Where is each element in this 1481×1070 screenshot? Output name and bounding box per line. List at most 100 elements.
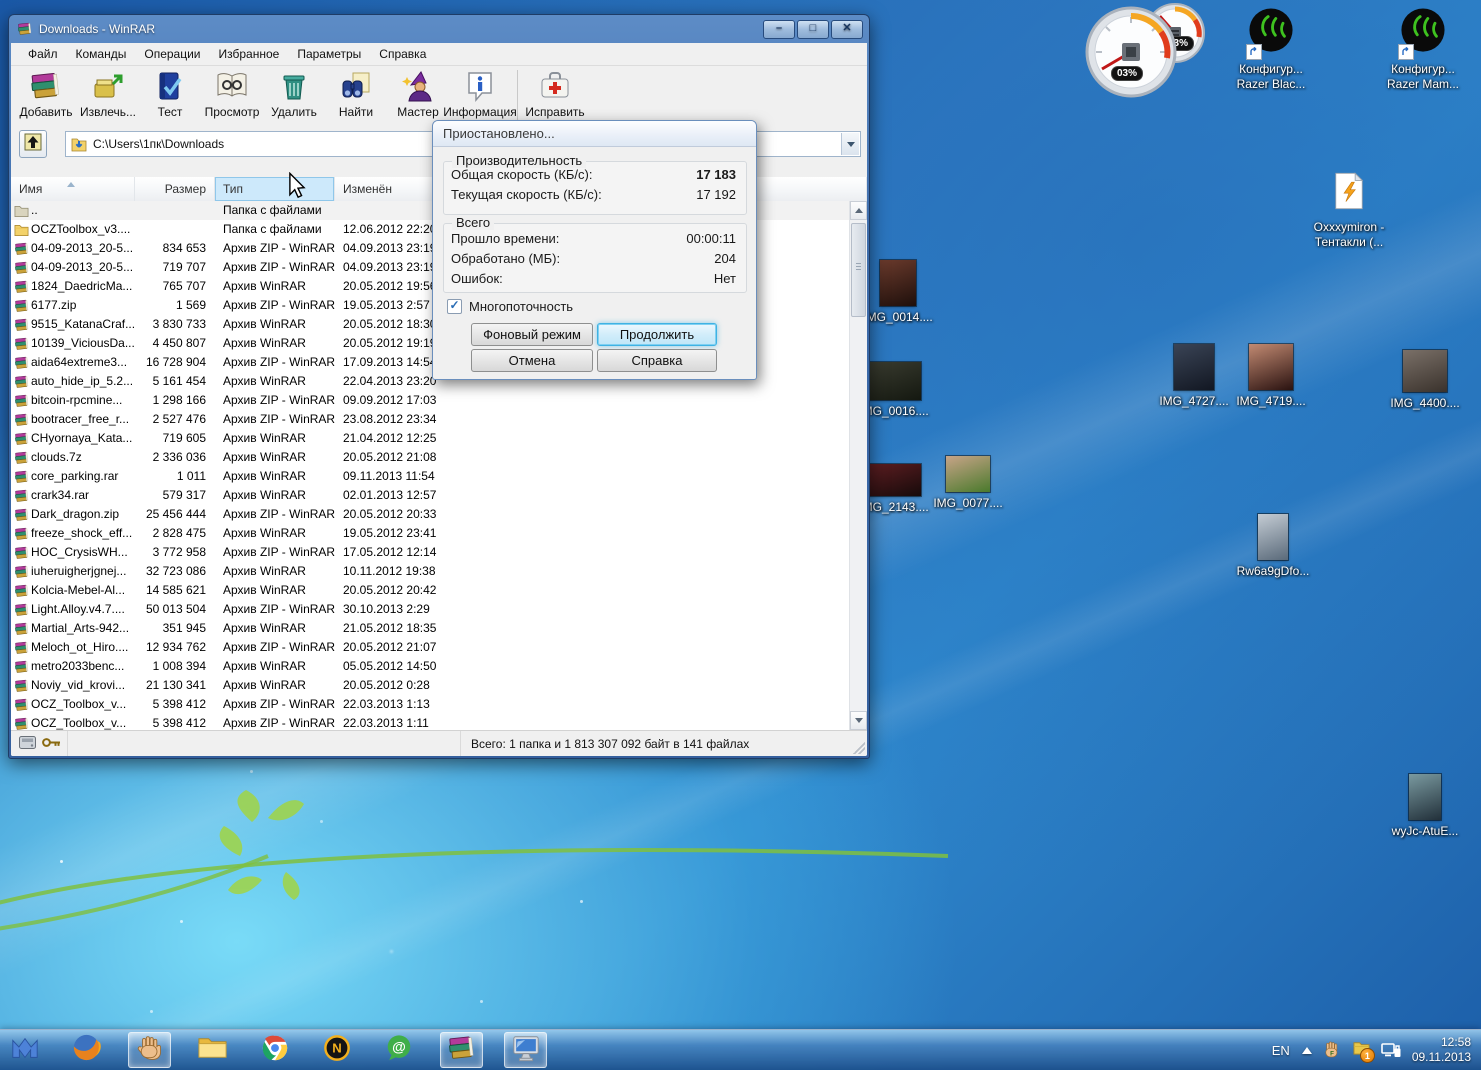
table-row[interactable]: Light.Alloy.v4.7.... 50 013 504 Архив ZI… xyxy=(11,600,849,619)
minimize-button[interactable]: – xyxy=(763,20,795,39)
toolbar-button-repair[interactable]: Исправить xyxy=(524,68,586,124)
file-modified: 19.05.2013 2:57 xyxy=(335,296,445,315)
tray-expand-icon[interactable] xyxy=(1302,1042,1312,1054)
file-name: 04-09-2013_20-5... xyxy=(31,239,133,258)
menu-item-2[interactable]: Операции xyxy=(135,45,209,63)
taskbar-item-firefox[interactable] xyxy=(66,1033,107,1067)
taskbar-item-malwarebytes[interactable] xyxy=(4,1033,45,1067)
key-icon[interactable] xyxy=(42,737,61,751)
table-row[interactable]: bitcoin-rpcmine... 1 298 166 Архив ZIP -… xyxy=(11,391,849,410)
continue-button[interactable]: Продолжить xyxy=(597,323,717,346)
toolbar-button-wizard[interactable]: Мастер xyxy=(387,68,449,124)
taskbar-item-chrome[interactable] xyxy=(254,1033,295,1067)
table-row[interactable]: OCZ_Toolbox_v... 5 398 412 Архив ZIP - W… xyxy=(11,714,849,730)
table-row[interactable]: Martial_Arts-942... 351 945 Архив WinRAR… xyxy=(11,619,849,638)
taskbar-clock[interactable]: 12:58 09.11.2013 xyxy=(1412,1035,1475,1065)
background-mode-button[interactable]: Фоновый режим xyxy=(471,323,593,346)
menu-item-4[interactable]: Параметры xyxy=(288,45,370,63)
file-modified: 22.04.2013 23:20 xyxy=(335,372,445,391)
menu-item-5[interactable]: Справка xyxy=(370,45,435,63)
taskbar-item-hand[interactable] xyxy=(128,1032,171,1068)
file-name: metro2033benc... xyxy=(31,657,124,676)
menu-item-3[interactable]: Избранное xyxy=(210,45,289,63)
dialog-titlebar[interactable]: Приостановлено... xyxy=(433,121,756,147)
update-tray-icon[interactable]: 1 xyxy=(1352,1039,1371,1061)
file-size: 1 298 166 xyxy=(135,391,215,410)
winrar-titlebar[interactable]: Downloads - WinRAR – □ ✕ xyxy=(9,15,869,43)
toolbar-button-view[interactable]: Просмотр xyxy=(201,68,263,124)
table-row[interactable]: Kolcia-Mebel-Al... 14 585 621 Архив WinR… xyxy=(11,581,849,600)
taskbar-item-monitor[interactable] xyxy=(504,1032,547,1068)
taskbar-item-mailru[interactable]: @ xyxy=(378,1033,419,1067)
taskbar-item-explorer[interactable] xyxy=(192,1033,233,1067)
table-row[interactable]: CHyornaya_Kata... 719 605 Архив WinRAR 2… xyxy=(11,429,849,448)
address-dropdown-button[interactable] xyxy=(841,133,859,155)
scroll-up-button[interactable] xyxy=(850,201,867,220)
processed-value: 204 xyxy=(714,251,736,266)
table-row[interactable]: iuheruigherjgnej... 32 723 086 Архив Win… xyxy=(11,562,849,581)
desktop-icon[interactable]: wyJc-AtuE... xyxy=(1386,770,1464,839)
column-header-size[interactable]: Размер xyxy=(135,177,215,201)
table-row[interactable]: freeze_shock_eff... 2 828 475 Архив WinR… xyxy=(11,524,849,543)
toolbar-button-extract[interactable]: Извлечь... xyxy=(77,68,139,124)
toolbar-button-addbooks[interactable]: Добавить xyxy=(15,68,77,124)
taskbar-item-winrar[interactable] xyxy=(440,1032,483,1068)
desktop-icon[interactable]: Rw6a9gDfo... xyxy=(1234,510,1312,579)
scroll-down-button[interactable] xyxy=(850,711,867,730)
cancel-button[interactable]: Отмена xyxy=(471,349,593,372)
file-type: Архив WinRAR xyxy=(215,486,335,505)
elapsed-value: 00:00:11 xyxy=(686,231,736,246)
desktop-icon[interactable]: IMG_0077.... xyxy=(929,442,1007,511)
table-row[interactable]: Dark_dragon.zip 25 456 444 Архив ZIP - W… xyxy=(11,505,849,524)
desktop-icon[interactable]: IMG_0014.... xyxy=(859,256,937,325)
desktop-icon[interactable]: IMG_4727.... xyxy=(1155,340,1233,409)
network-tray-icon[interactable] xyxy=(1381,1042,1402,1059)
hand-tray-icon[interactable]: F xyxy=(1322,1040,1342,1060)
up-folder-button[interactable] xyxy=(19,130,47,158)
view-icon xyxy=(215,68,249,104)
column-header-type[interactable]: Тип xyxy=(215,177,335,201)
table-row[interactable]: metro2033benc... 1 008 394 Архив WinRAR … xyxy=(11,657,849,676)
toolbar-button-find[interactable]: Найти xyxy=(325,68,387,124)
taskbar-item-norton[interactable]: N xyxy=(316,1033,357,1067)
table-row[interactable]: crark34.rar 579 317 Архив WinRAR 02.01.2… xyxy=(11,486,849,505)
scrollbar-thumb[interactable] xyxy=(851,223,866,317)
table-row[interactable]: HOC_CrysisWH... 3 772 958 Архив ZIP - Wi… xyxy=(11,543,849,562)
rar-icon xyxy=(14,355,31,371)
table-row[interactable]: OCZ_Toolbox_v... 5 398 412 Архив ZIP - W… xyxy=(11,695,849,714)
toolbar-button-test[interactable]: Тест xyxy=(139,68,201,124)
desktop-icon[interactable]: Конфигур... Razer Blac... xyxy=(1232,8,1310,92)
file-modified xyxy=(335,201,445,220)
column-header-name[interactable]: Имя xyxy=(11,177,135,201)
desktop-icon-label: IMG_4727.... xyxy=(1155,394,1233,409)
help-button[interactable]: Справка xyxy=(597,349,717,372)
multithread-checkbox[interactable]: ✓ xyxy=(447,299,462,314)
table-row[interactable]: Noviy_vid_krovi... 21 130 341 Архив WinR… xyxy=(11,676,849,695)
rar-icon xyxy=(14,241,31,257)
close-button[interactable]: ✕ xyxy=(831,20,863,39)
table-row[interactable]: bootracer_free_r... 2 527 476 Архив ZIP … xyxy=(11,410,849,429)
file-name: HOC_CrysisWH... xyxy=(31,543,128,562)
toolbar-button-info[interactable]: Информация xyxy=(449,68,511,124)
desktop-icon[interactable]: Конфигур... Razer Mam... xyxy=(1384,8,1462,92)
table-row[interactable]: clouds.7z 2 336 036 Архив WinRAR 20.05.2… xyxy=(11,448,849,467)
column-header-modified[interactable]: Изменён xyxy=(335,177,445,201)
menu-item-1[interactable]: Команды xyxy=(67,45,136,63)
cpu-gauge-gadget[interactable]: 03% xyxy=(1085,6,1177,103)
menu-item-0[interactable]: Файл xyxy=(19,45,67,63)
vertical-scrollbar[interactable] xyxy=(849,201,867,730)
table-row[interactable]: core_parking.rar 1 011 Архив WinRAR 09.1… xyxy=(11,467,849,486)
file-type: Архив WinRAR xyxy=(215,277,335,296)
disk-icon[interactable] xyxy=(19,736,36,752)
resize-grip[interactable] xyxy=(853,742,865,754)
desktop-icon[interactable]: Oxxxymiron - Тентакли (... xyxy=(1310,166,1388,250)
toolbar-button-delete[interactable]: Удалить xyxy=(263,68,325,124)
desktop-icon[interactable]: IMG_4719.... xyxy=(1232,340,1310,409)
language-indicator[interactable]: EN xyxy=(1270,1043,1292,1058)
file-size: 579 317 xyxy=(135,486,215,505)
file-size: 2 527 476 xyxy=(135,410,215,429)
table-row[interactable]: Meloch_ot_Hiro.... 12 934 762 Архив ZIP … xyxy=(11,638,849,657)
test-icon xyxy=(153,68,187,104)
desktop-icon[interactable]: IMG_4400.... xyxy=(1386,342,1464,411)
maximize-button[interactable]: □ xyxy=(797,20,829,39)
